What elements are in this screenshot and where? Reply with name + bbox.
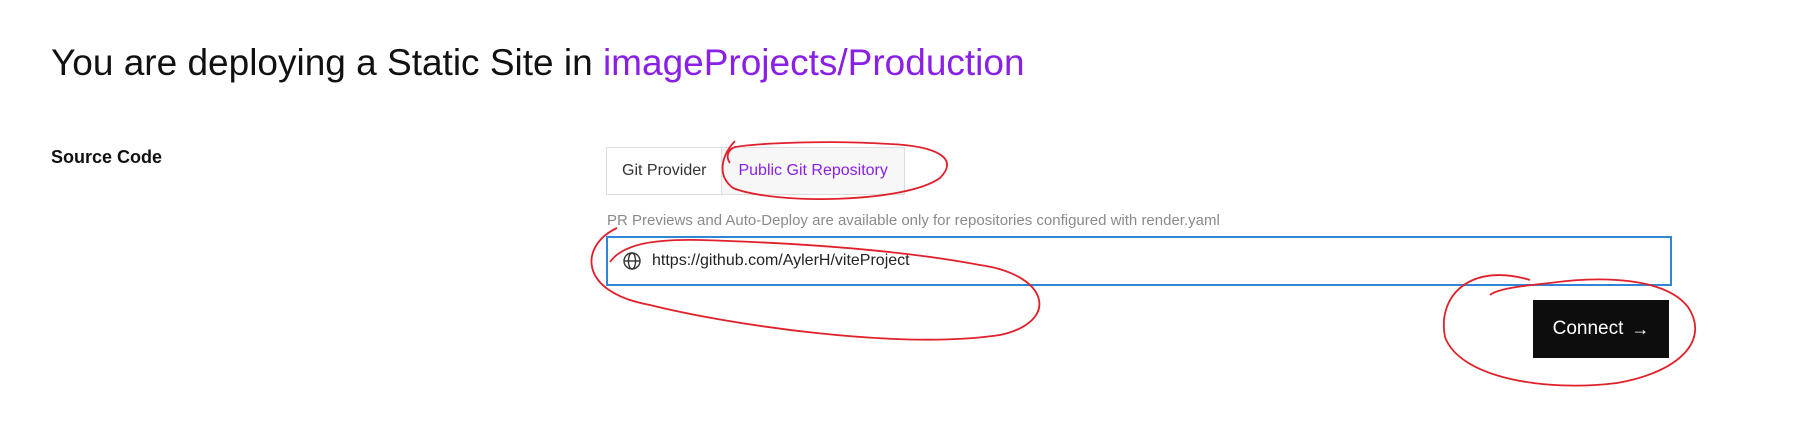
connect-button-label: Connect — [1552, 318, 1624, 339]
page-title: You are deploying a Static Site in image… — [51, 40, 1025, 86]
repo-url-input[interactable] — [652, 238, 1670, 284]
tab-git-provider[interactable]: Git Provider — [607, 148, 721, 194]
arrow-right-icon: → — [1631, 318, 1650, 339]
source-tabs: Git Provider Public Git Repository — [606, 147, 905, 195]
project-path[interactable]: imageProjects/Production — [603, 42, 1025, 83]
globe-icon — [623, 252, 641, 270]
page-title-prefix: You are deploying a Static Site in — [51, 42, 603, 83]
connect-button[interactable]: Connect → — [1533, 300, 1669, 358]
repo-url-field[interactable] — [606, 236, 1672, 286]
tab-public-git-repository[interactable]: Public Git Repository — [721, 148, 904, 194]
render-yaml-hint: PR Previews and Auto-Deploy are availabl… — [607, 212, 1220, 229]
source-code-label: Source Code — [51, 147, 163, 167]
